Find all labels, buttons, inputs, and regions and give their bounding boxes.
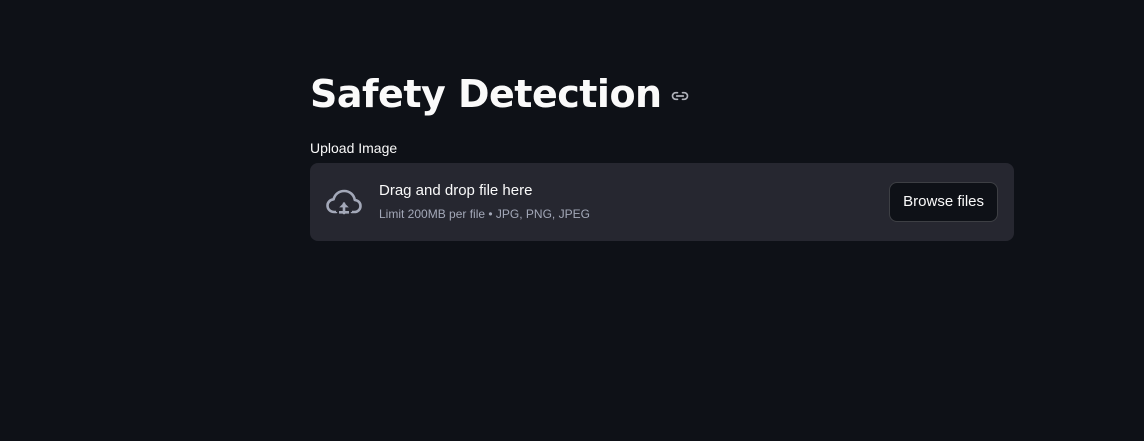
dropzone-text: Drag and drop file here Limit 200MB per … [379, 181, 590, 222]
file-dropzone[interactable]: Drag and drop file here Limit 200MB per … [310, 163, 1014, 241]
dropzone-title: Drag and drop file here [379, 182, 533, 199]
cloud-upload-icon [325, 185, 363, 219]
upload-label: Upload Image [310, 140, 398, 156]
page-title: Safety Detection [310, 72, 662, 116]
link-icon[interactable] [670, 86, 690, 106]
browse-files-button[interactable]: Browse files [889, 182, 998, 222]
dropzone-limit: Limit 200MB per file • JPG, PNG, JPEG [379, 207, 590, 221]
title-row: Safety Detection [310, 66, 690, 122]
